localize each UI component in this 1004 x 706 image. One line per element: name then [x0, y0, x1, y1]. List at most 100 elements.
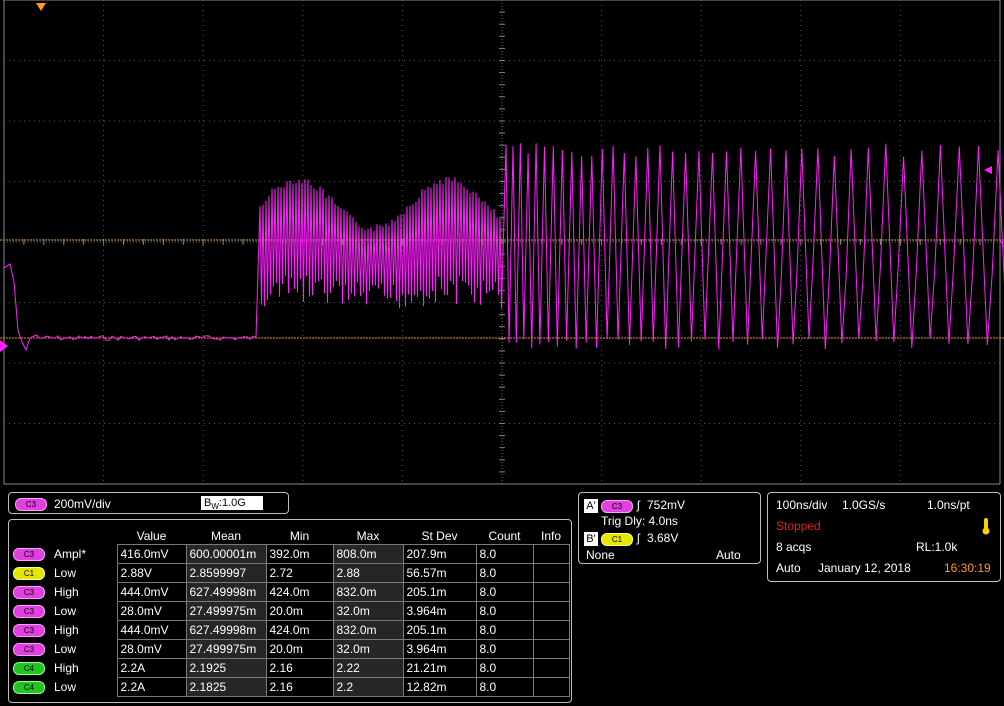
- measurement-channel-badge[interactable]: C1: [13, 567, 45, 581]
- bw-value: :1.0G: [218, 497, 246, 509]
- acquisition-state: Stopped: [776, 519, 821, 533]
- cell-min: 424.0m: [265, 582, 334, 602]
- bw-sub: W: [211, 502, 219, 512]
- trigger-level-marker[interactable]: [984, 166, 992, 174]
- cell-max: 832.0m: [332, 620, 404, 640]
- cell-stdev: 12.82m: [402, 677, 477, 697]
- cell-mean: 627.49998m: [185, 582, 267, 602]
- thermometer-icon: [979, 517, 993, 535]
- sample-rate: 1.0GS/s: [842, 498, 886, 512]
- col-count: Count: [488, 528, 521, 543]
- cell-info: [532, 582, 570, 602]
- cell-mean: 600.00001m: [185, 544, 267, 564]
- cell-info: [532, 677, 570, 697]
- cell-value: 2.88V: [116, 563, 187, 583]
- graticule: [0, 0, 1004, 485]
- measurement-label: C3 Ampl*: [13, 545, 117, 564]
- measurement-panel: Value Mean Min Max St Dev Count Info C3 A…: [8, 519, 572, 703]
- measurement-channel-badge[interactable]: C3: [13, 624, 45, 638]
- cell-mean: 27.499975m: [185, 601, 267, 621]
- cell-mean: 2.1825: [185, 677, 267, 697]
- cell-count: 8.0: [475, 563, 534, 583]
- cell-count: 8.0: [475, 677, 534, 697]
- cell-value: 28.0mV: [116, 601, 187, 621]
- table-header: Value Mean Min Max St Dev Count Info: [13, 527, 569, 545]
- measurement-name: Low: [54, 641, 77, 656]
- cell-max: 2.22: [332, 658, 404, 678]
- channel-3-trace: [3, 143, 1004, 352]
- cell-mean: 2.1925: [185, 658, 267, 678]
- time-per-div: 100ns/div: [776, 498, 828, 512]
- col-mean: Mean: [210, 528, 242, 543]
- cell-mean: 627.49998m: [185, 620, 267, 640]
- col-stdev: St Dev: [421, 528, 458, 543]
- measurement-channel-badge[interactable]: C4: [13, 662, 45, 676]
- record-length: RL:1.0k: [916, 540, 958, 554]
- rising-edge-icon: ʃ: [637, 498, 640, 512]
- grid: [3, 0, 1001, 485]
- cell-stdev: 205.1m: [402, 582, 477, 602]
- cell-mean: 27.499975m: [185, 639, 267, 659]
- table-row: C3 Ampl* 416.0mV 600.00001m 392.0m 808.0m 207.…: [13, 544, 570, 564]
- trigger-a-level: 752mV: [647, 498, 686, 512]
- cell-count: 8.0: [475, 582, 534, 602]
- measurement-channel-badge[interactable]: C3: [13, 643, 45, 657]
- cell-min: 20.0m: [265, 639, 334, 659]
- trigger-panel[interactable]: A' C3 ʃ 752mV Trig Dly: 4.0ns B' C1 ʃ 3.…: [578, 492, 761, 564]
- cell-info: [532, 639, 570, 659]
- cell-stdev: 56.57m: [402, 563, 477, 583]
- cell-min: 2.16: [265, 658, 334, 678]
- cell-min: 20.0m: [265, 601, 334, 621]
- col-min: Min: [289, 528, 310, 543]
- measurement-label: C4 Low: [13, 678, 117, 697]
- measurement-label: C1 Low: [13, 564, 117, 583]
- cell-value: 2.2A: [116, 677, 187, 697]
- trigger-b-level: 3.68V: [647, 531, 679, 545]
- table-row: C4 High 2.2A 2.1925 2.16 2.22 21.21m 8.0: [13, 658, 570, 678]
- cell-max: 32.0m: [332, 639, 404, 659]
- measurement-label: C3 Low: [13, 640, 117, 659]
- measurement-name: High: [54, 660, 79, 675]
- ns-per-point: 1.0ns/pt: [927, 498, 970, 512]
- channel-settings-panel[interactable]: C3 200mV/div BW:1.0G: [8, 492, 289, 514]
- cell-info: [532, 601, 570, 621]
- table-row: C3 High 444.0mV 627.49998m 424.0m 832.0m 205.1…: [13, 620, 570, 640]
- channel-badge[interactable]: C3: [15, 498, 47, 511]
- timebase-panel[interactable]: 100ns/div 1.0GS/s 1.0ns/pt Stopped 8 acq…: [767, 492, 1001, 582]
- cell-count: 8.0: [475, 620, 534, 640]
- cell-count: 8.0: [475, 639, 534, 659]
- cell-min: 2.72: [265, 563, 334, 583]
- table-row: C1 Low 2.88V 2.8599997 2.72 2.88 56.57m 8.0: [13, 563, 570, 583]
- cell-value: 28.0mV: [116, 639, 187, 659]
- cell-max: 32.0m: [332, 601, 404, 621]
- table-row: C3 Low 28.0mV 27.499975m 20.0m 32.0m 3.964m 8.0: [13, 601, 570, 621]
- trigger-a-label: A': [584, 499, 598, 513]
- cell-stdev: 205.1m: [402, 620, 477, 640]
- trigger-position-marker[interactable]: [36, 3, 46, 11]
- measurement-name: Low: [54, 603, 77, 618]
- waveform-display[interactable]: [0, 0, 1004, 487]
- date: January 12, 2018: [818, 561, 911, 575]
- table-row: C4 Low 2.2A 2.1825 2.16 2.2 12.82m 8.0: [13, 677, 570, 697]
- cell-max: 808.0m: [332, 544, 404, 564]
- cell-info: [532, 544, 570, 564]
- trigger-b-label: B': [584, 532, 598, 546]
- acquisition-count: 8 acqs: [776, 540, 812, 554]
- cell-max: 832.0m: [332, 582, 404, 602]
- measurement-channel-badge[interactable]: C3: [13, 605, 45, 619]
- cell-info: [532, 658, 570, 678]
- trigger-b-channel[interactable]: C1: [601, 533, 633, 546]
- measurement-label: C3 High: [13, 621, 117, 640]
- cell-count: 8.0: [475, 658, 534, 678]
- cell-count: 8.0: [475, 544, 534, 564]
- measurement-channel-badge[interactable]: C4: [13, 681, 45, 695]
- measurement-channel-badge[interactable]: C3: [13, 586, 45, 600]
- measurement-channel-badge[interactable]: C3: [13, 548, 45, 562]
- volts-per-div: 200mV/div: [54, 497, 111, 511]
- trigger-a-channel[interactable]: C3: [601, 500, 633, 513]
- bandwidth-limit: BW:1.0G: [201, 496, 263, 512]
- cell-stdev: 207.9m: [402, 544, 477, 564]
- measurement-label: C4 High: [13, 659, 117, 678]
- measurement-table: Value Mean Min Max St Dev Count Info C3 A…: [13, 527, 570, 697]
- cell-info: [532, 620, 570, 640]
